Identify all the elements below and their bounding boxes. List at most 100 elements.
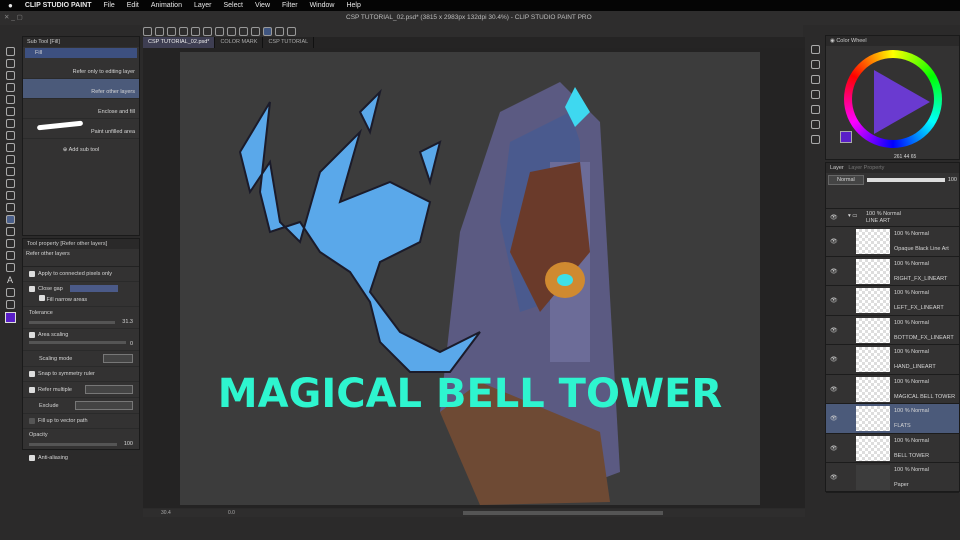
text-tool-icon[interactable]: A [7,275,13,285]
snap-checkbox[interactable]: Snap to symmetry ruler [23,367,139,382]
layer-row[interactable]: 👁 100 % Normal BOTTOM_FX_LINEART [826,316,959,345]
layer-opacity-slider[interactable] [866,178,945,182]
open-icon[interactable] [167,27,176,36]
layer-row[interactable]: 👁 100 % Normal Opaque Black Line Art [826,227,959,257]
tab-csp-tutorial[interactable]: CSP TUTORIAL [263,37,315,48]
sub-tool-refer-editing[interactable]: Refer only to editing layer [23,59,139,79]
redo-icon[interactable] [203,27,212,36]
close-gap-checkbox[interactable]: Close gap Fill narrow areas [23,282,139,307]
clear-icon[interactable] [215,27,224,36]
undo-icon[interactable] [191,27,200,36]
selection-tool-icon[interactable] [5,95,15,104]
eye-icon[interactable]: 👁 [830,327,838,334]
move-layer-icon[interactable] [5,83,15,92]
blend-icon[interactable] [5,203,15,212]
panel-icon-1[interactable] [811,45,820,54]
snap-grid-icon[interactable] [275,27,284,36]
eye-icon[interactable]: 👁 [830,474,838,481]
blend-mode-select[interactable]: Normal [828,175,864,185]
correct-line-icon[interactable] [5,300,15,309]
figure-icon[interactable] [5,239,15,248]
saturation-triangle[interactable] [874,70,930,134]
menu-file[interactable]: File [103,2,114,9]
panel-icon-6[interactable] [811,120,820,129]
rotation-angle[interactable]: 0.0 [228,510,235,516]
new-icon[interactable] [155,27,164,36]
layer-row[interactable]: 👁 100 % Normal RIGHT_FX_LINEART [826,257,959,286]
gradient-icon[interactable] [5,227,15,236]
panel-icon-2[interactable] [811,60,820,69]
eye-icon[interactable]: 👁 [830,268,838,275]
layer-row[interactable]: 👁 100 % Normal Paper [826,463,959,493]
tolerance-slider[interactable]: Tolerance 31.3 [23,307,139,329]
fill-tool-icon[interactable] [5,215,15,224]
fill-vector-checkbox[interactable]: Fill up to vector path [23,414,139,429]
panel-icon-4[interactable] [811,90,820,99]
decoration-icon[interactable] [5,179,15,188]
menu-view[interactable]: View [255,2,270,9]
airbrush-icon[interactable] [5,167,15,176]
snap-special-ruler-icon[interactable] [263,27,272,36]
app-menu[interactable]: CLIP STUDIO PAINT [25,2,92,9]
tab-csp-tutorial-02[interactable]: CSP TUTORIAL_02.psd* [143,37,216,48]
eye-icon[interactable]: 👁 [830,356,838,363]
snap-ruler-icon[interactable] [251,27,260,36]
panel-icon-7[interactable] [811,135,820,144]
eye-icon[interactable]: 👁 [830,415,838,422]
brush-icon[interactable] [5,155,15,164]
apply-connected-checkbox[interactable]: Apply to connected pixels only [23,267,139,282]
add-sub-tool-button[interactable]: ⊕ Add sub tool [23,147,139,153]
layer-row[interactable]: 👁 100 % Normal HAND_LINEART [826,345,959,375]
pen-icon[interactable] [5,131,15,140]
area-scaling-checkbox[interactable]: Area scaling 0 [23,329,139,351]
sub-tool-enclose-fill[interactable]: Enclose and fill [23,99,139,119]
auto-select-icon[interactable] [5,107,15,116]
zoom-level[interactable]: 30.4 [161,510,171,516]
scaling-mode-buttons[interactable] [103,354,133,363]
antialias-checkbox[interactable]: Anti-aliasing [23,451,139,466]
ruler-icon[interactable] [5,263,15,272]
window-controls[interactable]: ✕ _ ▢ [4,13,23,21]
panel-icon-3[interactable] [811,75,820,84]
opacity-slider[interactable]: Opacity 100 [23,429,139,451]
hue-ring[interactable] [844,50,942,148]
menu-layer[interactable]: Layer [194,2,212,9]
fill-icon[interactable] [227,27,236,36]
move-tool-icon[interactable] [5,59,15,68]
refer-multiple-buttons[interactable] [85,385,133,394]
eye-icon[interactable]: 👁 [830,386,838,393]
menu-filter[interactable]: Filter [282,2,298,9]
layer-row[interactable]: 👁 100 % Normal BELL TOWER [826,434,959,463]
layer-row[interactable]: 👁 ▾ ▭ 100 % Normal LINE ART [826,209,959,227]
layer-row[interactable]: 👁 100 % Normal MAGICAL BELL TOWER [826,375,959,404]
layer-row[interactable]: 👁 100 % Normal FLATS [826,404,959,434]
sub-tool-group-fill[interactable]: Fill [25,48,137,58]
eye-icon[interactable]: 👁 [830,238,838,245]
frame-icon[interactable] [5,251,15,260]
exclude-buttons[interactable] [75,401,133,410]
eye-icon[interactable]: 👁 [830,214,838,221]
clip-studio-icon[interactable] [143,27,152,36]
layer-row[interactable]: 👁 100 % Normal LEFT_FX_LINEART [826,286,959,316]
apple-icon[interactable]: ● [8,1,13,10]
menu-window[interactable]: Window [310,2,335,9]
fill-narrow-checkbox[interactable]: Fill narrow areas [29,295,133,303]
tab-layer-property[interactable]: Layer Property [848,165,884,171]
eye-icon[interactable]: 👁 [830,445,838,452]
scaling-mode-row[interactable]: Scaling mode [23,351,139,367]
refer-multiple-checkbox[interactable]: Refer multiple [23,382,139,398]
tab-color-mark[interactable]: COLOR MARK [215,37,264,48]
panel-icon-5[interactable] [811,105,820,114]
save-icon[interactable] [179,27,188,36]
close-gap-selector[interactable] [69,285,118,292]
menu-edit[interactable]: Edit [127,2,139,9]
balloon-icon[interactable] [5,288,15,297]
sub-tool-paint-unfilled[interactable]: Paint unfilled area [23,119,139,139]
main-color-swatch[interactable] [840,131,852,143]
transform-icon[interactable] [239,27,248,36]
main-color-swatch[interactable] [4,312,16,323]
menu-help[interactable]: Help [346,2,360,9]
horizontal-scrollbar[interactable] [463,511,663,515]
sub-tool-refer-other[interactable]: Refer other layers [23,79,139,99]
tab-layer[interactable]: Layer [830,165,844,171]
